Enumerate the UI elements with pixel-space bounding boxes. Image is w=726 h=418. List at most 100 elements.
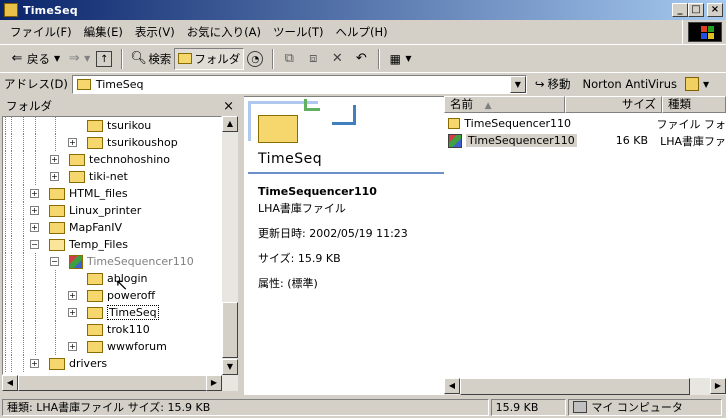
- menu-view[interactable]: 表示(V): [129, 22, 181, 42]
- scroll-left-button[interactable]: ◀: [2, 375, 18, 391]
- column-header-size[interactable]: サイズ: [565, 96, 662, 113]
- expand-icon[interactable]: +: [30, 359, 39, 368]
- tree-guide-line: [5, 134, 6, 151]
- copy-to-button[interactable]: ⧈: [302, 48, 326, 70]
- scroll-up-button[interactable]: ▲: [222, 116, 238, 132]
- folder-icon: [49, 238, 65, 251]
- search-button[interactable]: 🔍︎ 検索: [127, 48, 174, 70]
- address-dropdown-button[interactable]: ▼: [509, 75, 526, 93]
- tree-node[interactable]: wwwforum: [87, 338, 167, 355]
- menu-edit[interactable]: 編集(E): [78, 22, 129, 42]
- folder-icon: [87, 289, 103, 302]
- title-bar[interactable]: TimeSeq _ □ ×: [0, 0, 726, 20]
- drag-cursor-icon: ↖: [115, 275, 129, 294]
- tree-node[interactable]: TimeSeq: [87, 304, 159, 321]
- scroll-down-button[interactable]: ▼: [222, 359, 238, 375]
- move-to-button[interactable]: ⧉: [278, 48, 302, 70]
- menu-tools[interactable]: ツール(T): [267, 22, 330, 42]
- tree-node[interactable]: technohoshino: [69, 151, 170, 168]
- file-size: サイズ: 15.9 KB: [258, 252, 341, 265]
- column-header-type[interactable]: 種類: [662, 96, 726, 113]
- undo-button[interactable]: ↶: [350, 48, 374, 70]
- tree-node[interactable]: Linux_printer: [49, 202, 141, 219]
- history-button[interactable]: ◔: [244, 48, 268, 70]
- hscroll-thumb[interactable]: [18, 375, 208, 391]
- tree-node[interactable]: HTML_files: [49, 185, 128, 202]
- scroll-right-button[interactable]: ▶: [206, 375, 222, 391]
- scroll-left-button[interactable]: ◀: [444, 378, 460, 394]
- up-folder-button[interactable]: ↑: [93, 48, 117, 70]
- hscroll-thumb[interactable]: [460, 378, 690, 395]
- menu-favorites[interactable]: お気に入り(A): [181, 22, 267, 42]
- tree-guide-line: [11, 185, 12, 202]
- list-item[interactable]: TimeSequencer110 ファイル フォ: [444, 115, 726, 132]
- scroll-thumb[interactable]: [222, 302, 238, 358]
- copy-to-icon: ⧈: [309, 50, 318, 66]
- expand-icon[interactable]: +: [68, 308, 77, 317]
- tree-guide-line: [11, 151, 12, 168]
- tree-node[interactable]: trok110: [87, 321, 150, 338]
- expand-icon[interactable]: +: [68, 342, 77, 351]
- tree-guide-line: [35, 304, 36, 321]
- views-button[interactable]: ▦ ▼: [384, 48, 414, 70]
- minimize-button[interactable]: _: [672, 3, 688, 17]
- expand-icon[interactable]: +: [30, 206, 39, 215]
- expand-icon[interactable]: +: [30, 223, 39, 232]
- tree-node[interactable]: MapFanIV: [49, 219, 122, 236]
- folder-tree[interactable]: tsurikou + tsurikoushop + technohoshino + tiki…: [2, 116, 222, 375]
- up-folder-icon: ↑: [96, 50, 113, 67]
- expand-icon[interactable]: +: [68, 291, 77, 300]
- tree-guide-line: [23, 287, 24, 304]
- forward-button[interactable]: ⇒ ▼: [63, 48, 93, 70]
- menu-help[interactable]: ヘルプ(H): [330, 22, 394, 42]
- delete-button[interactable]: ✕: [326, 48, 350, 70]
- tree-guide-line: [5, 253, 6, 270]
- tree-guide-line: [11, 134, 12, 151]
- folders-icon: [178, 53, 193, 64]
- folder-icon: [87, 272, 103, 285]
- expand-icon[interactable]: +: [50, 155, 59, 164]
- tree-guide-line: [23, 355, 24, 372]
- tree-guide-line: [5, 151, 6, 168]
- tree-node[interactable]: drivers: [49, 355, 107, 372]
- folder-icon: [49, 357, 65, 370]
- folders-button[interactable]: フォルダ: [174, 47, 245, 70]
- collapse-icon[interactable]: −: [30, 240, 39, 249]
- maximize-button[interactable]: □: [688, 3, 704, 17]
- back-button[interactable]: ⇐ 戻る ▼: [6, 48, 63, 70]
- views-icon: ▦: [389, 51, 401, 66]
- go-button[interactable]: ↪ 移動: [535, 76, 571, 92]
- expand-icon[interactable]: +: [68, 138, 77, 147]
- tree-guide-line: [55, 304, 56, 321]
- status-bar: 種類: LHA書庫ファイル サイズ: 15.9 KB 15.9 KB マイ コン…: [0, 396, 726, 418]
- file-list[interactable]: 名前 ▲ サイズ 種類 TimeSequencer110 ファイル フォ Tim…: [444, 96, 726, 378]
- scroll-right-button[interactable]: ▶: [710, 378, 726, 394]
- collapse-icon[interactable]: −: [50, 257, 59, 266]
- expand-icon[interactable]: +: [30, 189, 39, 198]
- list-horizontal-scrollbar[interactable]: ◀ ▶: [444, 378, 726, 395]
- list-item[interactable]: TimeSequencer110 16 KB LHA書庫ファ: [444, 132, 726, 149]
- address-input[interactable]: TimeSeq ▼: [71, 74, 527, 94]
- tree-node[interactable]: tiki-net: [69, 168, 128, 185]
- tree-node[interactable]: tsurikou: [87, 117, 151, 134]
- tree-node[interactable]: TimeSequencer110: [69, 253, 194, 270]
- tree-guide-line: [23, 253, 24, 270]
- tree-horizontal-scrollbar[interactable]: ◀ ▶: [2, 375, 238, 391]
- menu-file[interactable]: ファイル(F): [4, 22, 78, 42]
- tree-node[interactable]: Temp_Files: [49, 236, 128, 253]
- tree-guide-line: [5, 185, 6, 202]
- tree-guide-line: [55, 287, 56, 304]
- tree-guide-line: [23, 134, 24, 151]
- close-pane-button[interactable]: ×: [223, 99, 234, 114]
- norton-antivirus-button[interactable]: Norton AntiVirus ▼: [582, 77, 709, 91]
- close-button[interactable]: ×: [707, 3, 723, 17]
- tree-node[interactable]: tsurikoushop: [87, 134, 178, 151]
- expand-icon[interactable]: +: [50, 172, 59, 181]
- column-header-name[interactable]: 名前 ▲: [444, 96, 565, 113]
- folder-icon: [87, 136, 103, 149]
- tree-guide-line: [5, 321, 6, 338]
- folder-icon: [87, 306, 103, 319]
- tree-guide-line: [35, 338, 36, 355]
- status-size: 15.9 KB: [490, 398, 567, 416]
- tree-vertical-scrollbar[interactable]: ▲ ▼: [222, 116, 238, 375]
